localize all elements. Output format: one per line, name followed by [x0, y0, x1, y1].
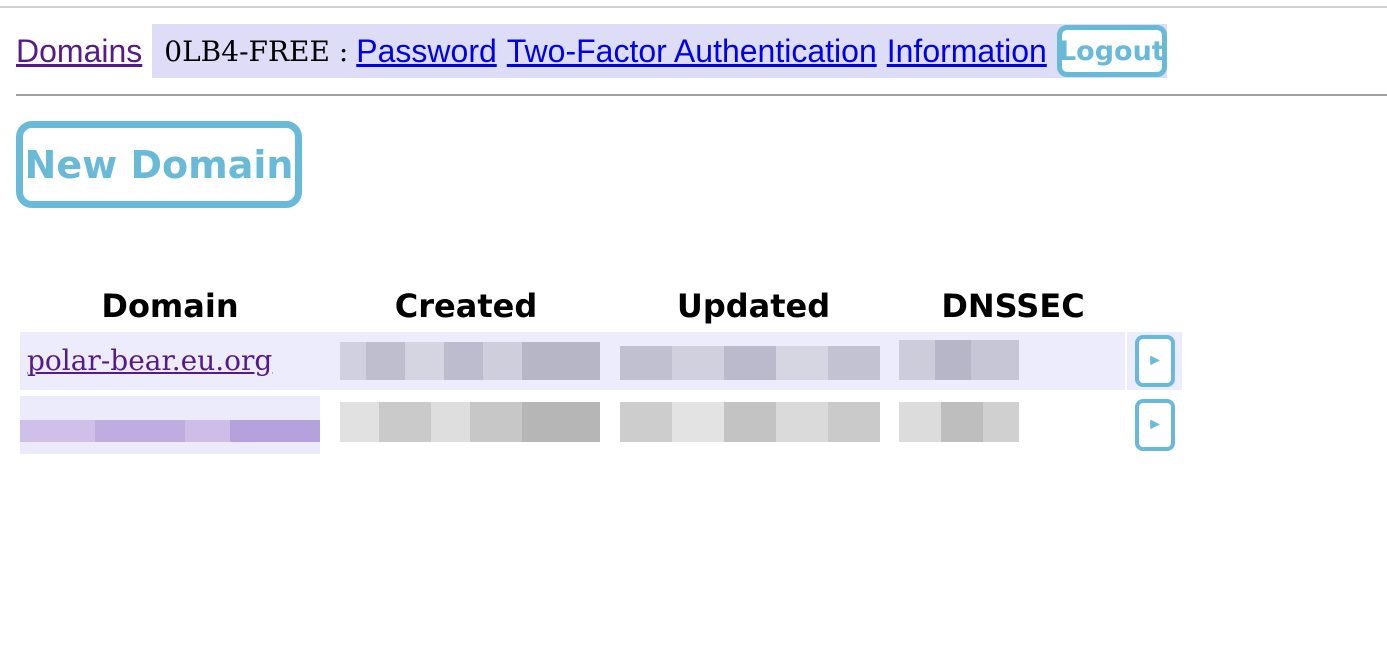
column-header-domain: Domain — [101, 287, 239, 325]
open-domain-button[interactable]: ► — [1135, 399, 1175, 451]
created-cell-redacted — [320, 332, 612, 390]
domains-link[interactable]: Domains — [16, 24, 142, 78]
logout-button[interactable]: Logout — [1056, 25, 1167, 77]
domain-link[interactable]: polar-bear.eu.org — [20, 344, 272, 377]
top-nav: Domains 0LB4-FREE : Password Two-Factor … — [16, 24, 1167, 78]
password-link[interactable]: Password — [356, 24, 497, 78]
dnssec-cell-redacted — [895, 396, 1125, 454]
column-header-created: Created — [394, 287, 538, 325]
two-factor-link[interactable]: Two-Factor Authentication — [507, 24, 877, 78]
open-domain-button[interactable]: ► — [1135, 335, 1175, 387]
information-link[interactable]: Information — [887, 24, 1047, 78]
table-row: polar-bear.eu.org — [20, 332, 320, 390]
updated-cell-redacted — [612, 396, 895, 454]
new-domain-button[interactable]: New Domain — [16, 121, 302, 208]
created-cell-redacted — [320, 396, 612, 454]
play-arrow-icon: ► — [1147, 352, 1163, 369]
dnssec-cell-redacted — [895, 332, 1125, 390]
user-handle: 0LB4-FREE : — [164, 34, 349, 68]
play-arrow-icon: ► — [1147, 416, 1163, 433]
column-header-updated: Updated — [676, 287, 831, 325]
header-divider — [16, 94, 1387, 96]
domain-cell-redacted — [20, 396, 320, 454]
top-border-line — [0, 6, 1387, 8]
user-bar: 0LB4-FREE : Password Two-Factor Authenti… — [152, 24, 1167, 78]
updated-cell-redacted — [612, 332, 895, 390]
